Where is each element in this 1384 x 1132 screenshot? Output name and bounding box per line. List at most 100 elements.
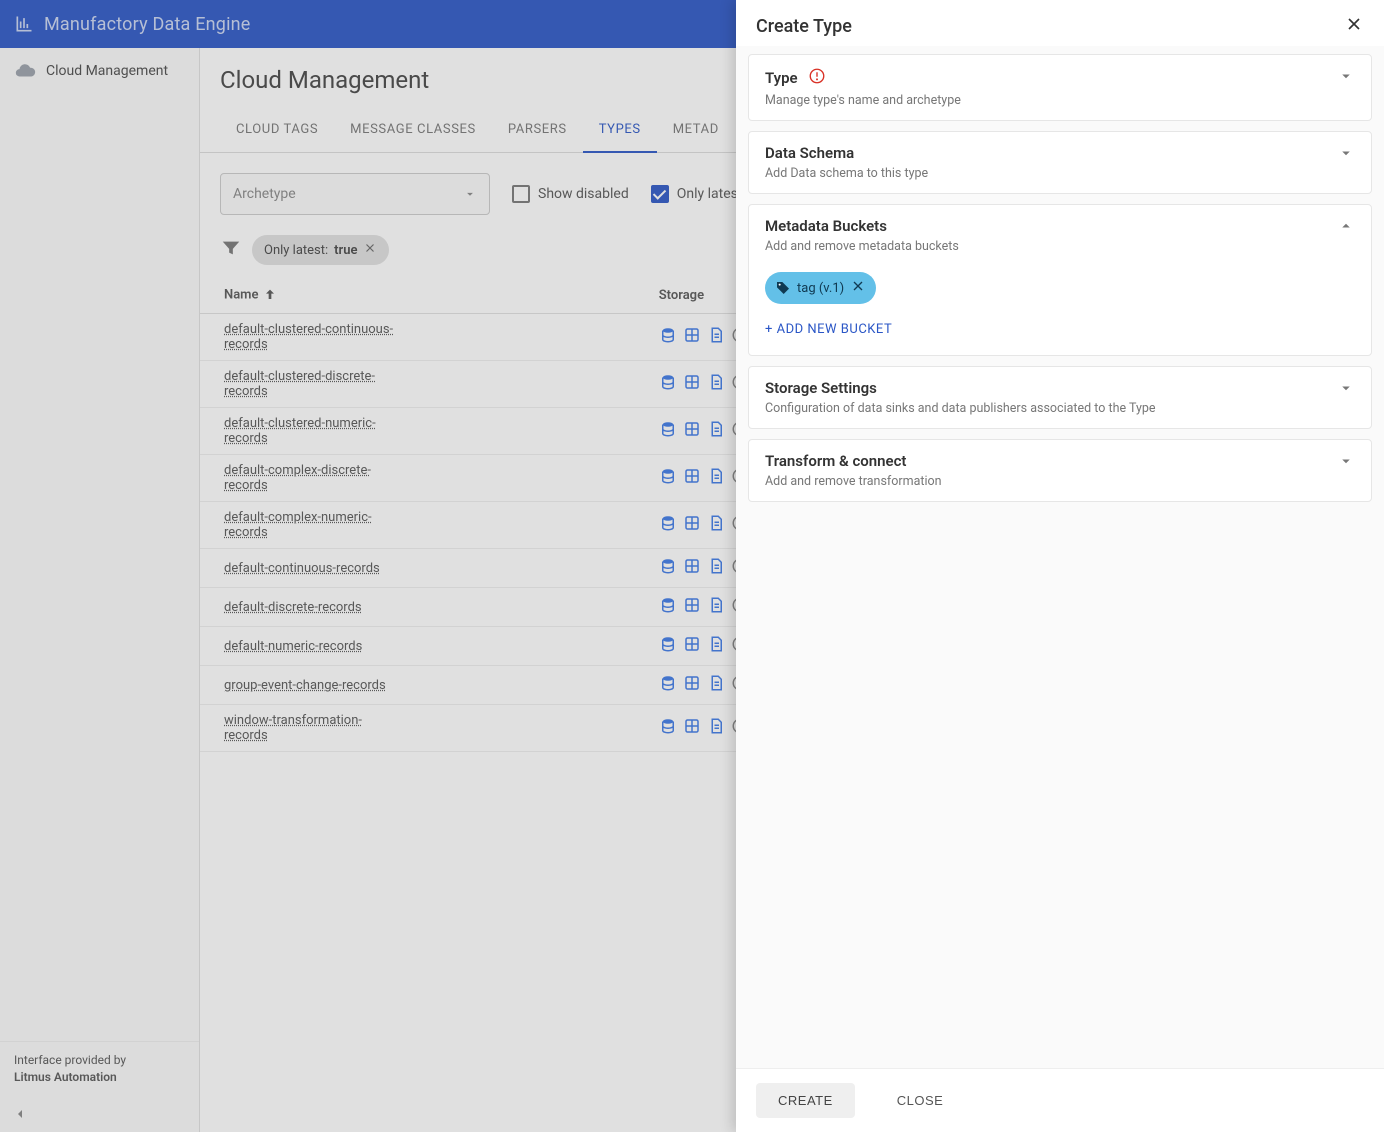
- section-storage-settings: Storage Settings Configuration of data s…: [748, 366, 1372, 429]
- bucket-chip-tag[interactable]: tag (v.1): [765, 272, 876, 304]
- chevron-down-icon: [1337, 379, 1355, 401]
- sidebar-collapse-button[interactable]: [0, 1096, 199, 1132]
- archetype-select[interactable]: Archetype: [220, 173, 490, 215]
- show-disabled-checkbox[interactable]: Show disabled: [512, 185, 629, 203]
- storage-icon[interactable]: [707, 635, 725, 657]
- section-schema-title: Data Schema: [765, 144, 928, 162]
- chevron-down-icon: [1337, 144, 1355, 166]
- row-name-link[interactable]: window-transformation-records: [224, 713, 404, 743]
- sort-asc-icon: [258, 287, 278, 302]
- drawer-footer: Create Close: [736, 1068, 1384, 1132]
- storage-icon[interactable]: [683, 717, 701, 739]
- app-title: Manufactory Data Engine: [44, 14, 251, 35]
- row-name-link[interactable]: default-complex-discrete-records: [224, 463, 404, 493]
- section-type-desc: Manage type's name and archetype: [765, 93, 961, 108]
- storage-icon[interactable]: [707, 467, 725, 489]
- close-button-footer[interactable]: Close: [875, 1083, 966, 1118]
- row-name-link[interactable]: default-complex-numeric-records: [224, 510, 404, 540]
- remove-bucket-button[interactable]: [850, 278, 866, 298]
- section-metadata-header[interactable]: Metadata Buckets Add and remove metadata…: [749, 205, 1371, 266]
- storage-icon[interactable]: [659, 635, 677, 657]
- tag-icon: [775, 280, 791, 296]
- storage-icon[interactable]: [683, 596, 701, 618]
- section-metadata-desc: Add and remove metadata buckets: [765, 239, 959, 254]
- storage-icon[interactable]: [683, 557, 701, 579]
- section-metadata-buckets: Metadata Buckets Add and remove metadata…: [748, 204, 1372, 356]
- chevron-down-icon: [1337, 67, 1355, 89]
- storage-icon[interactable]: [659, 514, 677, 536]
- drawer-body: Type Manage type's name and archetype Da…: [736, 46, 1384, 1068]
- tab-metadata[interactable]: METAD: [657, 110, 735, 152]
- storage-icon[interactable]: [659, 557, 677, 579]
- left-sidebar: Cloud Management Interface provided by L…: [0, 48, 200, 1132]
- section-transform-connect: Transform & connect Add and remove trans…: [748, 439, 1372, 502]
- storage-icon[interactable]: [683, 373, 701, 395]
- row-name-link[interactable]: default-clustered-numeric-records: [224, 416, 404, 446]
- storage-icon[interactable]: [659, 467, 677, 489]
- storage-icon[interactable]: [683, 326, 701, 348]
- column-name[interactable]: Name: [200, 277, 647, 314]
- row-name-link[interactable]: default-discrete-records: [224, 600, 362, 615]
- storage-icon[interactable]: [707, 717, 725, 739]
- chevron-down-icon: [1337, 452, 1355, 474]
- warning-icon: [808, 67, 826, 89]
- section-storage-header[interactable]: Storage Settings Configuration of data s…: [749, 367, 1371, 428]
- drawer-title: Create Type: [756, 16, 852, 37]
- storage-icon[interactable]: [707, 514, 725, 536]
- drawer-header: Create Type: [736, 0, 1384, 46]
- checkbox-unchecked-icon: [512, 185, 530, 203]
- storage-icon[interactable]: [683, 514, 701, 536]
- storage-icon[interactable]: [707, 557, 725, 579]
- storage-icon[interactable]: [659, 420, 677, 442]
- row-name-link[interactable]: default-clustered-continuous-records: [224, 322, 404, 352]
- storage-icon[interactable]: [683, 635, 701, 657]
- storage-icon[interactable]: [707, 373, 725, 395]
- section-metadata-body: tag (v.1) + Add New Bucket: [749, 266, 1371, 355]
- storage-icon[interactable]: [707, 596, 725, 618]
- close-button[interactable]: [1344, 14, 1364, 38]
- analytics-icon: [14, 14, 34, 34]
- storage-icon[interactable]: [659, 373, 677, 395]
- section-data-schema-header[interactable]: Data Schema Add Data schema to this type: [749, 132, 1371, 193]
- section-data-schema: Data Schema Add Data schema to this type: [748, 131, 1372, 194]
- filter-icon[interactable]: [220, 237, 242, 263]
- section-metadata-title: Metadata Buckets: [765, 217, 959, 235]
- storage-icon[interactable]: [707, 674, 725, 696]
- sidebar-item-label: Cloud Management: [46, 63, 168, 79]
- archetype-placeholder: Archetype: [233, 186, 296, 202]
- filter-chip-only-latest[interactable]: Only latest: true: [252, 235, 389, 265]
- storage-icon[interactable]: [659, 674, 677, 696]
- storage-icon[interactable]: [683, 420, 701, 442]
- row-name-link[interactable]: default-clustered-discrete-records: [224, 369, 404, 399]
- chevron-up-icon: [1337, 217, 1355, 239]
- add-new-bucket-button[interactable]: + Add New Bucket: [765, 322, 1355, 337]
- storage-icon[interactable]: [683, 674, 701, 696]
- sidebar-item-cloud-management[interactable]: Cloud Management: [0, 48, 199, 94]
- storage-icon[interactable]: [659, 326, 677, 348]
- storage-icon[interactable]: [659, 717, 677, 739]
- caret-down-icon: [463, 187, 477, 201]
- create-type-drawer: Create Type Type Manage type's name and …: [736, 0, 1384, 1132]
- storage-icon[interactable]: [683, 467, 701, 489]
- only-latest-checkbox[interactable]: Only lates: [651, 185, 738, 203]
- tab-parsers[interactable]: PARSERS: [492, 110, 583, 152]
- row-name-link[interactable]: group-event-change-records: [224, 678, 386, 693]
- tab-message-classes[interactable]: MESSAGE CLASSES: [334, 110, 492, 152]
- section-transform-header[interactable]: Transform & connect Add and remove trans…: [749, 440, 1371, 501]
- storage-icon[interactable]: [659, 596, 677, 618]
- tab-types[interactable]: TYPES: [583, 110, 657, 153]
- chip-value: true: [334, 243, 357, 258]
- row-name-link[interactable]: default-numeric-records: [224, 639, 362, 654]
- tab-cloud-tags[interactable]: CLOUD TAGS: [220, 110, 334, 152]
- footer-text-1: Interface provided by: [14, 1052, 185, 1069]
- section-storage-title: Storage Settings: [765, 379, 1156, 397]
- storage-icon[interactable]: [707, 326, 725, 348]
- create-button[interactable]: Create: [756, 1083, 855, 1118]
- chevron-left-icon: [12, 1106, 28, 1122]
- section-type-header[interactable]: Type Manage type's name and archetype: [749, 55, 1371, 120]
- close-icon[interactable]: [363, 241, 377, 259]
- storage-icon[interactable]: [707, 420, 725, 442]
- row-name-link[interactable]: default-continuous-records: [224, 561, 380, 576]
- close-icon: [1344, 14, 1364, 34]
- only-latest-label: Only lates: [677, 186, 738, 202]
